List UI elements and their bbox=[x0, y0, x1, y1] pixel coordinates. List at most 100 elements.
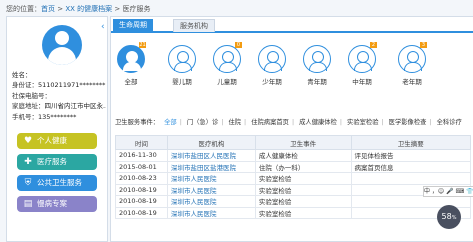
stage-all[interactable]: 21 全部 bbox=[116, 42, 146, 86]
cell-time: 2010-08-19 bbox=[115, 183, 168, 196]
filter-imaging[interactable]: 医学影像检查 bbox=[389, 119, 427, 126]
avatar-head bbox=[55, 31, 69, 45]
nav-medical-service-button[interactable]: ✚ 医疗服务 bbox=[17, 154, 97, 170]
filter-inpatient-record[interactable]: 住院病案首页 bbox=[251, 119, 289, 126]
cell-summary[interactable]: 病案首页信息 bbox=[350, 160, 471, 173]
nav-label: 个人健康 bbox=[37, 136, 67, 145]
cell-event: 实验室检验 bbox=[254, 206, 352, 219]
stage-infancy[interactable]: 婴儿期 bbox=[167, 45, 197, 86]
social-id-row: 社保电脑号： bbox=[12, 91, 106, 101]
breadcrumb-home-link[interactable]: 首页 bbox=[41, 5, 55, 13]
stage-juvenile[interactable]: 少年期 bbox=[257, 45, 287, 86]
nav-chronic-disease-button[interactable]: ▤ 慢病专案 bbox=[17, 196, 97, 212]
table-row[interactable]: 2010-08-19 深圳市人民医院 实验室检验 bbox=[115, 195, 471, 208]
stage-label: 儿童期 bbox=[217, 78, 237, 86]
id-row: 身份证：5110211971******** bbox=[12, 80, 106, 90]
filter-label: 卫生服务事件： bbox=[115, 119, 160, 126]
address-value: 四川省内江市中区永... bbox=[44, 102, 107, 111]
cell-time: 2016-11-30 bbox=[115, 149, 168, 162]
tab-bar: 生命周期 服务机构 bbox=[111, 17, 473, 33]
cell-event: 实验室检验 bbox=[254, 183, 352, 196]
cell-institution[interactable]: 深圳市人民医院 bbox=[166, 206, 256, 219]
stage-childhood[interactable]: 0 儿童期 bbox=[212, 42, 242, 86]
stage-label: 青年期 bbox=[307, 78, 327, 86]
cell-institution[interactable]: 深圳市盐田区人民医院 bbox=[166, 149, 256, 162]
table-row[interactable]: 2010-08-19 深圳市人民医院 实验室检验 bbox=[115, 183, 471, 196]
table-row[interactable]: 2015-08-01 深圳市盐田区盐港医院 住院（办一科） 病案首页信息 bbox=[115, 160, 471, 173]
breadcrumb-owner-link[interactable]: XX 的健康档案 bbox=[65, 5, 112, 13]
table-row[interactable]: 2010-08-19 深圳市人民医院 实验室检验 bbox=[115, 206, 471, 219]
speed-value: 58 bbox=[441, 212, 452, 221]
cell-summary bbox=[350, 172, 471, 185]
filter-outpatient[interactable]: 门（急）诊 bbox=[187, 119, 218, 126]
col-header-institution: 医疗机构 bbox=[166, 135, 256, 150]
medical-cross-icon: ✚ bbox=[24, 157, 32, 167]
person-icon bbox=[117, 45, 145, 73]
stage-old-age[interactable]: 3 老年期 bbox=[397, 42, 427, 86]
cell-summary[interactable]: 评见体检报告 bbox=[350, 149, 471, 162]
cell-institution[interactable]: 深圳市人民医院 bbox=[166, 195, 256, 208]
speed-unit: % bbox=[451, 215, 457, 221]
cell-event: 实验室检验 bbox=[254, 172, 352, 185]
name-row: 姓名： bbox=[12, 70, 106, 80]
ime-toolbar[interactable]: 中 ，☺ 🎤 ⌨ 👕 ⚙ bbox=[423, 186, 473, 197]
cell-time: 2010-08-23 bbox=[115, 172, 168, 185]
heart-icon: ♥ bbox=[23, 136, 33, 146]
youth-icon bbox=[303, 45, 331, 73]
breadcrumb-prefix: 您的位置： bbox=[6, 5, 41, 13]
phone-label: 手机号： bbox=[12, 112, 38, 121]
filter-all[interactable]: 全部 bbox=[164, 119, 177, 126]
stage-middle-age[interactable]: 2 中年期 bbox=[347, 42, 377, 86]
col-header-event: 卫生事件 bbox=[254, 135, 352, 150]
nav-label: 医疗服务 bbox=[37, 157, 67, 166]
table-header-row: 时间 医疗机构 卫生事件 卫生摘要 bbox=[115, 135, 471, 150]
count-badge: 3 bbox=[420, 42, 427, 48]
tab-service-institution[interactable]: 服务机构 bbox=[173, 19, 215, 32]
child-icon bbox=[213, 45, 241, 73]
table-row[interactable]: 2016-11-30 深圳市盐田区人民医院 成人健康体检 评见体检报告 bbox=[115, 149, 471, 162]
nav-label: 慢病专案 bbox=[37, 199, 67, 208]
filter-adult-checkup[interactable]: 成人健康体检 bbox=[299, 119, 337, 126]
filter-general-practice[interactable]: 全科诊疗 bbox=[437, 119, 462, 126]
nav-personal-health-button[interactable]: ♥ 个人健康 bbox=[17, 133, 97, 149]
patient-info: 姓名： 身份证：5110211971******** 社保电脑号： 家庭地址：四… bbox=[12, 70, 106, 122]
avatar bbox=[42, 25, 82, 65]
juvenile-icon bbox=[258, 45, 286, 73]
table-row[interactable]: 2010-08-23 深圳市人民医院 实验室检验 bbox=[115, 172, 471, 185]
cell-time: 2010-08-19 bbox=[115, 195, 168, 208]
patient-panel: ‹ 姓名： 身份证：5110211971******** 社保电脑号： 家庭地址… bbox=[6, 16, 108, 242]
collapse-chevron-icon[interactable]: ‹ bbox=[101, 22, 105, 32]
nav-label: 公共卫生服务 bbox=[37, 178, 82, 187]
cell-time: 2010-08-19 bbox=[115, 206, 168, 219]
count-badge: 2 bbox=[370, 42, 377, 48]
stage-label: 婴儿期 bbox=[172, 78, 192, 86]
cell-event: 实验室检验 bbox=[254, 195, 352, 208]
address-row: 家庭地址：四川省内江市中区永... bbox=[12, 101, 106, 111]
main-panel: 生命周期 服务机构 21 全部 婴儿期 0 儿童期 少年期 青年期 2 中年期 … bbox=[110, 16, 473, 242]
breadcrumb-separator: > bbox=[55, 5, 66, 13]
filter-lab-test[interactable]: 实验室检验 bbox=[347, 119, 378, 126]
cell-institution[interactable]: 深圳市盐田区盐港医院 bbox=[166, 160, 256, 173]
phone-value: 135******** bbox=[38, 112, 77, 121]
id-label: 身份证： bbox=[12, 81, 38, 90]
col-header-summary: 卫生摘要 bbox=[350, 135, 471, 150]
filter-inpatient[interactable]: 住院 bbox=[228, 119, 241, 126]
baby-icon bbox=[168, 45, 196, 73]
count-badge: 0 bbox=[235, 42, 242, 48]
breadcrumb-current: 医疗服务 bbox=[122, 5, 151, 13]
cell-institution[interactable]: 深圳市人民医院 bbox=[166, 183, 256, 196]
cell-institution[interactable]: 深圳市人民医院 bbox=[166, 172, 256, 185]
cell-event: 住院（办一科） bbox=[254, 160, 352, 173]
middle-aged-icon bbox=[348, 45, 376, 73]
cell-time: 2015-08-01 bbox=[115, 160, 168, 173]
social-id-label: 社保电脑号： bbox=[12, 91, 51, 100]
clipboard-icon: ▤ bbox=[23, 199, 33, 209]
speed-widget[interactable]: 58% bbox=[437, 205, 461, 229]
id-value: 5110211971******** bbox=[38, 81, 106, 90]
events-table: 时间 医疗机构 卫生事件 卫生摘要 2016-11-30 深圳市盐田区人民医院 … bbox=[115, 135, 471, 219]
tab-lifecycle[interactable]: 生命周期 bbox=[113, 19, 153, 31]
shield-icon: ⛨ bbox=[24, 178, 32, 188]
nav-public-health-button[interactable]: ⛨ 公共卫生服务 bbox=[17, 175, 97, 191]
elder-icon bbox=[398, 45, 426, 73]
stage-youth[interactable]: 青年期 bbox=[302, 45, 332, 86]
